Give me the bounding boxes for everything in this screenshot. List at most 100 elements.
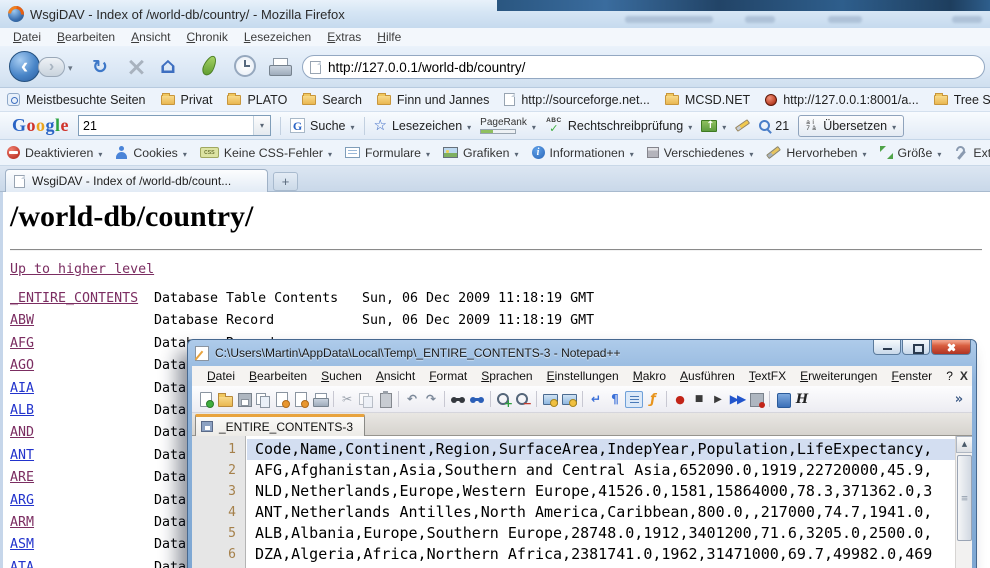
replace-icon[interactable] [468, 391, 486, 408]
notepadpp-editor[interactable]: 1 2 3 4 5 6 Code,Name,Continent,Region,S… [192, 436, 972, 568]
word-find-button[interactable]: 21 [759, 119, 789, 133]
search-history-dropdown-icon[interactable] [253, 116, 270, 135]
bookmark-folder-finn-und-jannes[interactable]: Finn und Jannes [377, 93, 489, 107]
macro-save-icon[interactable] [747, 391, 765, 408]
entry-link[interactable]: AND [10, 425, 34, 440]
entry-link[interactable]: ARG [10, 493, 34, 508]
bookmark-folder-mcsd[interactable]: MCSD.NET [665, 93, 750, 107]
google-search-button[interactable]: GSuche [290, 118, 354, 133]
undo-icon[interactable]: ↶ [403, 391, 421, 408]
npp-menu-ansicht[interactable]: Ansicht [369, 369, 422, 383]
zoom-in-icon[interactable] [495, 391, 513, 408]
editor-line[interactable]: ALB,Albania,Europe,Southern Europe,28748… [247, 523, 955, 544]
npp-menu-suchen[interactable]: Suchen [314, 369, 369, 383]
bookmark-sourceforge[interactable]: http://sourceforge.net... [504, 93, 650, 107]
pagerank-button[interactable]: PageRank [480, 117, 536, 134]
menu-chronik[interactable]: Chronik [179, 29, 234, 45]
menu-datei[interactable]: Datei [6, 29, 48, 45]
editor-line[interactable]: ANT,Netherlands Antilles,North America,C… [247, 502, 955, 523]
scrollbar-thumb[interactable]: ≡ [957, 455, 972, 541]
entry-link[interactable]: ABW [10, 313, 34, 328]
html-icon[interactable]: H [793, 391, 811, 408]
macro-stop-icon[interactable]: ■ [690, 391, 708, 408]
sync-vertical-icon[interactable] [541, 391, 559, 408]
print-icon[interactable] [311, 391, 329, 408]
npp-menu-help[interactable]: ? [939, 369, 960, 383]
reload-icon[interactable]: ↻ [92, 56, 108, 78]
zoom-out-icon[interactable] [514, 391, 532, 408]
history-dropdown-icon[interactable]: ▾ [68, 63, 73, 74]
macro-run-multiple-icon[interactable]: ▶▶ [728, 391, 746, 408]
npp-menu-makro[interactable]: Makro [626, 369, 673, 383]
npp-menu-einstellungen[interactable]: Einstellungen [540, 369, 626, 383]
minimize-button[interactable] [873, 340, 901, 355]
bookmark-localhost-8001[interactable]: http://127.0.0.1:8001/a... [765, 93, 919, 107]
close-button[interactable] [931, 340, 971, 355]
bookmark-folder-search[interactable]: Search [302, 93, 362, 107]
redo-icon[interactable]: ↷ [422, 391, 440, 408]
print-icon[interactable] [268, 58, 292, 76]
stop-icon[interactable]: × [126, 52, 147, 81]
bookmark-most-visited[interactable]: Meistbesuchte Seiten [7, 93, 146, 107]
entry-link[interactable]: AFG [10, 336, 34, 351]
google-bookmarks-button[interactable]: ☆Lesezeichen [374, 118, 472, 133]
entry-link[interactable]: ARE [10, 470, 34, 485]
up-link[interactable]: Up to higher level [10, 262, 154, 277]
bookmark-folder-tree-samples[interactable]: Tree Samples [934, 93, 990, 107]
forward-button[interactable]: › [38, 57, 65, 77]
bookmark-folder-plato[interactable]: PLATO [227, 93, 287, 107]
webdev-forms[interactable]: Formulare [345, 146, 430, 160]
open-file-icon[interactable] [216, 391, 234, 408]
scroll-up-icon[interactable]: ▲ [956, 436, 972, 453]
npp-menu-datei[interactable]: Datei [200, 369, 242, 383]
macro-play-icon[interactable]: ▶ [709, 391, 727, 408]
entry-link[interactable]: AGO [10, 358, 34, 373]
entry-link[interactable]: ATA [10, 560, 34, 568]
entry-link[interactable]: AIA [10, 381, 34, 396]
editor-line[interactable]: AFG,Afghanistan,Asia,Southern and Centra… [247, 460, 955, 481]
google-search-input[interactable] [79, 116, 253, 135]
maximize-button[interactable] [902, 340, 930, 355]
webdev-information[interactable]: iInformationen [532, 146, 634, 160]
highlighter-button[interactable] [735, 123, 750, 128]
npp-menu-fenster[interactable]: Fenster [884, 369, 939, 383]
bookmark-folder-privat[interactable]: Privat [161, 93, 213, 107]
save-all-icon[interactable] [254, 391, 272, 408]
menu-lesezeichen[interactable]: Lesezeichen [237, 29, 318, 45]
entry-link[interactable]: ASM [10, 537, 34, 552]
entry-link[interactable]: ARM [10, 515, 34, 530]
npp-menu-ausfuehren[interactable]: Ausführen [673, 369, 742, 383]
webdev-resize[interactable]: Größe [880, 146, 942, 160]
editor-line[interactable]: DZA,Algeria,Africa,Northern Africa,23817… [247, 544, 955, 565]
leaf-addon-icon[interactable] [200, 54, 219, 78]
webdev-highlight[interactable]: Hervorheben [766, 146, 866, 160]
entry-link[interactable]: _ENTIRE_CONTENTS [10, 291, 138, 306]
close-all-icon[interactable] [292, 391, 310, 408]
entry-link[interactable]: ALB [10, 403, 34, 418]
view-in-browser-icon[interactable] [774, 391, 792, 408]
translate-button[interactable]: aí7äÜbersetzen [798, 115, 904, 137]
word-wrap-icon[interactable]: ↵ [587, 391, 605, 408]
menu-ansicht[interactable]: Ansicht [124, 29, 177, 45]
new-file-icon[interactable] [197, 391, 215, 408]
back-button[interactable]: ‹ [9, 51, 40, 82]
document-close-button[interactable]: X [960, 369, 970, 383]
editor-text[interactable]: Code,Name,Continent,Region,SurfaceArea,I… [247, 439, 955, 565]
send-to-button[interactable] [701, 119, 726, 133]
indent-guide-icon[interactable] [625, 391, 643, 408]
npp-menu-bearbeiten[interactable]: Bearbeiten [242, 369, 314, 383]
npp-menu-format[interactable]: Format [422, 369, 474, 383]
url-bar[interactable]: http://127.0.0.1/world-db/country/ [302, 55, 985, 79]
toolbar-overflow-icon[interactable]: » [950, 391, 968, 408]
paste-icon[interactable] [376, 391, 394, 408]
webdev-images[interactable]: Grafiken [443, 146, 519, 160]
npp-menu-sprachen[interactable]: Sprachen [474, 369, 539, 383]
webdev-tools[interactable]: Extras [954, 146, 990, 160]
webdev-css[interactable]: cssKeine CSS-Fehler [200, 146, 332, 160]
new-tab-button[interactable]: + [273, 172, 298, 191]
close-file-icon[interactable] [273, 391, 291, 408]
notepadpp-titlebar[interactable]: C:\Users\Martin\AppData\Local\Temp\_ENTI… [188, 340, 976, 366]
home-icon[interactable]: ⌂ [160, 54, 176, 79]
cut-icon[interactable]: ✂ [338, 391, 356, 408]
show-all-characters-icon[interactable]: ¶ [606, 391, 624, 408]
